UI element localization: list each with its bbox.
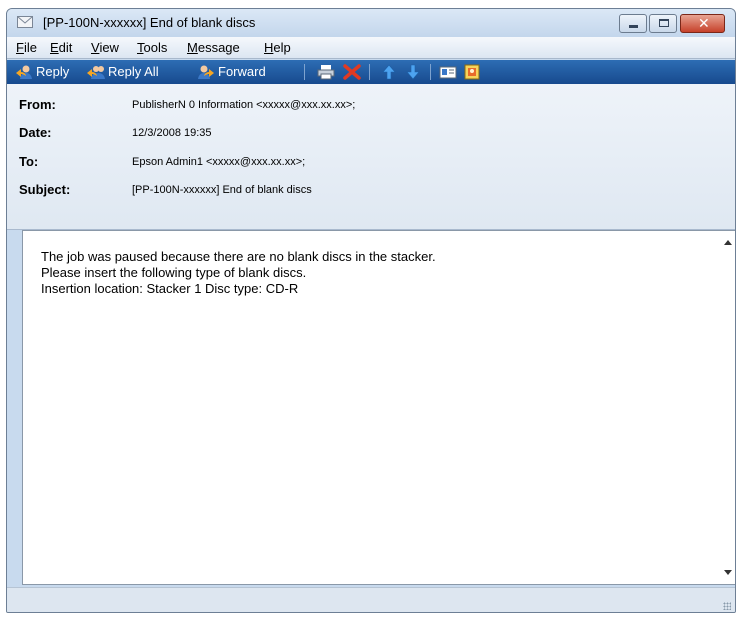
- reply-all-icon: [87, 64, 105, 80]
- contacts-icon: [463, 64, 481, 80]
- menu-message[interactable]: Message: [187, 40, 240, 55]
- previous-button[interactable]: [380, 63, 401, 81]
- menu-edit-accel: E: [50, 40, 59, 55]
- message-text: The job was paused because there are no …: [41, 249, 436, 297]
- resize-grip-icon[interactable]: [723, 602, 731, 610]
- menu-bar: File Edit View Tools Message Help: [7, 37, 735, 59]
- from-value: PublisherN 0 Information <xxxxx@xxx.xx.x…: [132, 99, 356, 111]
- menu-file-label: ile: [23, 40, 37, 55]
- reply-all-label: Reply All: [108, 64, 159, 80]
- printer-icon: [317, 64, 335, 80]
- status-bar: [7, 587, 735, 612]
- message-window: [PP-100N-xxxxxx] End of blank discs ✕ Fi…: [6, 8, 736, 613]
- scroll-up-arrow-icon[interactable]: [724, 240, 732, 245]
- minimize-icon: [629, 25, 638, 28]
- menu-message-accel: M: [187, 40, 198, 55]
- down-arrow-icon: [404, 64, 422, 80]
- address-card-icon: [439, 64, 457, 80]
- menu-file[interactable]: File: [16, 40, 37, 55]
- menu-file-accel: F: [16, 40, 24, 55]
- reply-label: Reply: [36, 64, 70, 80]
- toolbar-separator: [430, 64, 431, 80]
- message-line: The job was paused because there are no …: [41, 249, 436, 264]
- subject-label: Subject:: [19, 182, 71, 197]
- vertical-scrollbar[interactable]: [720, 231, 735, 584]
- print-button[interactable]: [317, 63, 338, 81]
- title-bar[interactable]: [PP-100N-xxxxxx] End of blank discs ✕: [7, 9, 735, 37]
- delete-icon: [343, 63, 361, 80]
- address-book-button[interactable]: [439, 63, 460, 81]
- menu-message-label: essage: [197, 40, 240, 55]
- forward-button[interactable]: Forward: [197, 63, 266, 81]
- contacts-button[interactable]: [463, 63, 484, 81]
- reply-button[interactable]: Reply: [15, 63, 69, 81]
- message-line: Insertion location: Stacker 1 Disc type:…: [41, 281, 299, 296]
- menu-view-label: iew: [99, 40, 119, 55]
- from-label: From:: [19, 97, 56, 112]
- date-label: Date:: [19, 125, 52, 140]
- subject-value: [PP-100N-xxxxxx] End of blank discs: [132, 184, 312, 196]
- forward-icon: [197, 64, 215, 80]
- menu-tools-label: ools: [143, 40, 168, 55]
- maximize-icon: [659, 19, 669, 27]
- maximize-button[interactable]: [649, 14, 677, 33]
- toolbar-separator: [304, 64, 305, 80]
- message-line: Please insert the following type of blan…: [41, 265, 307, 280]
- scroll-down-arrow-icon[interactable]: [724, 570, 732, 575]
- date-value: 12/3/2008 19:35: [132, 127, 212, 139]
- delete-button[interactable]: [343, 63, 364, 81]
- window-title: [PP-100N-xxxxxx] End of blank discs: [43, 15, 256, 30]
- reply-icon: [15, 64, 33, 80]
- menu-edit-label: dit: [58, 40, 73, 55]
- toolbar-separator: [369, 64, 370, 80]
- menu-help[interactable]: Help: [264, 40, 291, 55]
- minimize-button[interactable]: [619, 14, 647, 33]
- reply-all-button[interactable]: Reply All: [87, 63, 159, 81]
- message-body[interactable]: The job was paused because there are no …: [22, 230, 735, 585]
- toolbar: Reply Reply All Forward: [7, 60, 735, 84]
- menu-edit[interactable]: Edit: [50, 40, 72, 55]
- menu-help-accel: H: [264, 40, 274, 55]
- close-button[interactable]: ✕: [680, 14, 725, 33]
- close-icon: ✕: [698, 16, 710, 32]
- envelope-icon: [17, 16, 33, 28]
- menu-tools[interactable]: Tools: [137, 40, 167, 55]
- to-value: Epson Admin1 <xxxxx@xxx.xx.xx>;: [132, 156, 306, 168]
- up-arrow-icon: [380, 64, 398, 80]
- menu-view[interactable]: View: [91, 40, 119, 55]
- forward-label: Forward: [218, 64, 266, 80]
- menu-help-label: elp: [273, 40, 291, 55]
- message-header: From: PublisherN 0 Information <xxxxx@xx…: [7, 84, 735, 230]
- to-label: To:: [19, 154, 39, 169]
- next-button[interactable]: [404, 63, 425, 81]
